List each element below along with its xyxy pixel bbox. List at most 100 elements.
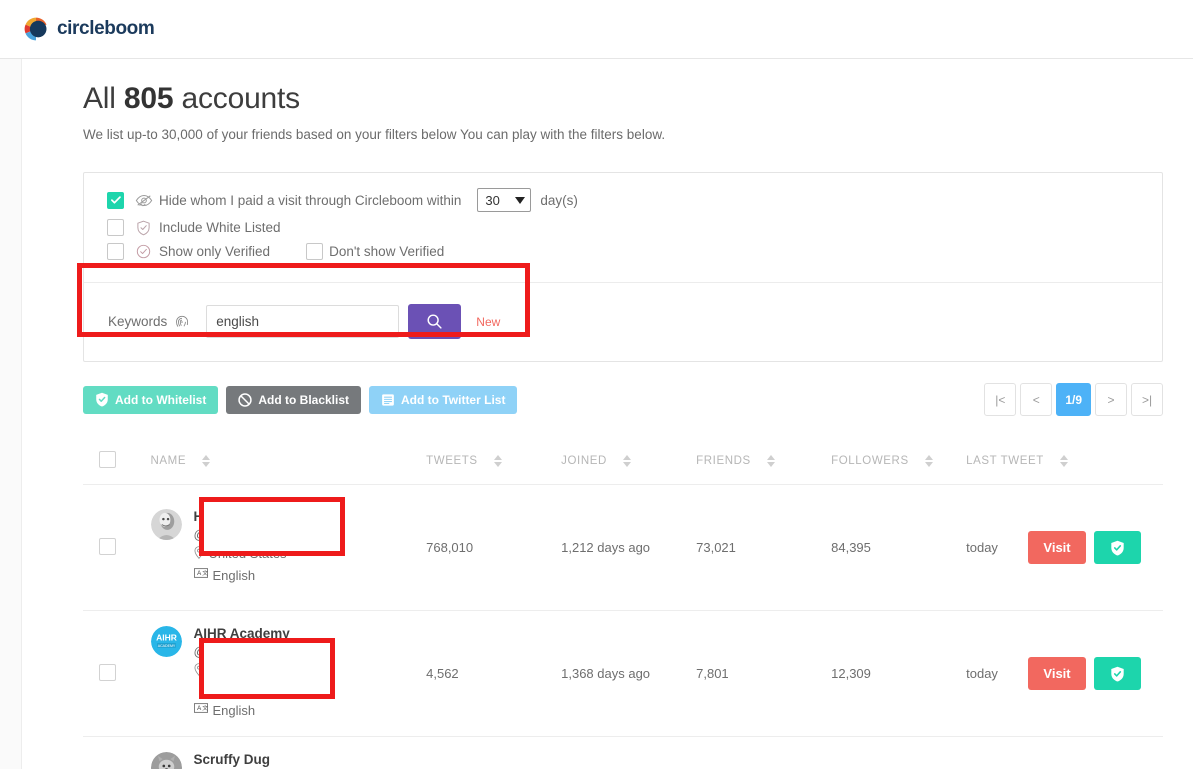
pagination-prev[interactable]: < <box>1020 383 1053 416</box>
avatar <box>150 509 182 541</box>
account-language: A 文 English <box>193 702 344 721</box>
account-language-text: English <box>212 568 256 583</box>
circleboom-logo[interactable]: circleboom <box>22 15 155 43</box>
row-last-tweet-text: today <box>966 666 998 681</box>
translate-icon: A 文 <box>193 568 208 578</box>
add-to-whitelist-button[interactable]: Add to Whitelist <box>83 385 219 414</box>
location-pin-icon <box>194 546 203 560</box>
hide-visited-label: Hide whom I paid a visit through Circleb… <box>159 192 462 208</box>
days-dropdown[interactable]: 30 <box>477 188 532 212</box>
location-pin-icon <box>194 662 203 676</box>
account-name[interactable]: Scruffy Dug <box>194 752 344 767</box>
svg-text:AIHR: AIHR <box>156 632 177 642</box>
circleboom-logo-icon <box>24 17 47 41</box>
row-joined-cell: 1,212 days ago <box>561 484 697 611</box>
include-whitelisted-checkbox[interactable] <box>107 219 124 236</box>
account-name[interactable]: AIHR Academy <box>194 626 344 641</box>
keywords-search-button[interactable] <box>408 304 462 339</box>
header-friends[interactable]: FRIENDS <box>696 439 832 485</box>
account-location: Rotterdam, The Netherlands <box>194 662 344 700</box>
avatar: AIHR ACADEMY <box>150 625 182 657</box>
row-tweets-cell: 768,010 <box>426 484 562 611</box>
pagination-current[interactable]: 1/9 <box>1056 383 1091 416</box>
sort-icon-friends[interactable] <box>766 455 775 467</box>
filter-row-verified: Show only Verified Don't show Verified <box>107 243 1162 260</box>
header-joined-label: JOINED <box>561 455 607 467</box>
add-to-blacklist-label: Add to Blacklist <box>258 392 350 407</box>
row-name-cell: AIHR ACADEMY AIHR Academy @AnalyticsinHR <box>150 610 427 737</box>
row-friends-cell: 7,801 <box>696 610 832 737</box>
chevron-down-icon <box>515 196 526 204</box>
whitelist-row-button[interactable] <box>1094 657 1141 690</box>
row-friends-cell: 71,194 <box>696 736 832 769</box>
pagination: |< < 1/9 > >| <box>984 383 1163 416</box>
keywords-label: Keywords <box>108 314 168 329</box>
pagination-next[interactable]: > <box>1095 383 1127 416</box>
select-all-header <box>83 439 151 485</box>
table-header-row: NAME TWEETS JOINED FRIENDS FOLLOWERS LAS… <box>83 439 1163 485</box>
add-to-whitelist-label: Add to Whitelist <box>115 392 207 407</box>
account-handle[interactable]: @AnalyticsinHR <box>194 644 344 659</box>
header-joined[interactable]: JOINED <box>561 439 697 485</box>
account-location-text: Rotterdam, The Netherlands <box>208 662 299 697</box>
sort-icon-tweets[interactable] <box>493 455 502 467</box>
add-to-twitter-list-label: Add to Twitter List <box>401 392 506 407</box>
header-tweets[interactable]: TWEETS <box>426 439 562 485</box>
page-container: All 805 accounts We list up-to 30,000 of… <box>23 60 1193 769</box>
eye-slash-icon <box>134 192 153 209</box>
account-count: 805 <box>123 82 174 115</box>
circle-check-icon <box>134 243 153 260</box>
row-last-tweet-text: today <box>966 540 998 555</box>
account-location: United States <box>194 545 289 564</box>
row-select-cell <box>83 484 151 611</box>
pagination-first[interactable]: |< <box>984 383 1017 416</box>
show-only-verified-label: Show only Verified <box>159 244 271 259</box>
visit-button[interactable]: Visit <box>1028 531 1086 564</box>
search-icon <box>427 314 442 329</box>
account-location-text: United States <box>208 546 287 562</box>
filter-checkbox-group: Hide whom I paid a visit through Circleb… <box>84 173 1162 272</box>
table-header: NAME TWEETS JOINED FRIENDS FOLLOWERS LAS… <box>83 439 1163 485</box>
svg-text:ACADEMY: ACADEMY <box>157 644 175 648</box>
table-row[interactable]: Scruffy Dug @scruffy_dug Scotland, Unite… <box>83 736 1163 769</box>
days-suffix-label: day(s) <box>540 192 578 208</box>
row-tweets-cell: 4,562 <box>426 610 562 737</box>
hide-visited-checkbox[interactable] <box>107 191 124 209</box>
add-to-twitter-list-button[interactable]: Add to Twitter List <box>369 385 518 414</box>
whitelist-row-button[interactable] <box>1094 531 1141 564</box>
table-row[interactable]: AIHR ACADEMY AIHR Academy @AnalyticsinHR <box>83 610 1163 737</box>
sort-icon-joined[interactable] <box>622 455 631 467</box>
pagination-last[interactable]: >| <box>1131 383 1163 416</box>
header-followers[interactable]: FOLLOWERS <box>831 439 967 485</box>
keywords-filter-row: Keywords english New <box>84 283 1162 361</box>
row-checkbox[interactable] <box>99 663 116 681</box>
row-followers-cell: 75,533 <box>831 736 967 769</box>
select-all-checkbox[interactable] <box>99 451 116 468</box>
visit-button[interactable]: Visit <box>1028 657 1086 690</box>
sort-icon-last-tweet[interactable] <box>1059 455 1068 467</box>
svg-text:文: 文 <box>202 569 208 577</box>
dont-show-verified-checkbox[interactable] <box>306 243 324 260</box>
show-only-verified-checkbox[interactable] <box>107 243 124 260</box>
accounts-table: NAME TWEETS JOINED FRIENDS FOLLOWERS LAS… <box>83 439 1163 769</box>
sort-icon-name[interactable] <box>202 455 211 467</box>
action-row: Add to Whitelist Add to Blacklist Add to… <box>83 383 1163 416</box>
header-name[interactable]: NAME <box>150 439 427 485</box>
row-tweets-cell: 3,490 <box>426 736 562 769</box>
keywords-input[interactable] <box>206 305 400 338</box>
row-actions-cell: today Visit <box>966 610 1163 737</box>
filter-row-include-whitelisted: Include White Listed <box>107 219 1162 236</box>
header-last-tweet[interactable]: LAST TWEET <box>966 439 1163 485</box>
row-checkbox[interactable] <box>99 537 116 555</box>
header-last-tweet-label: LAST TWEET <box>966 455 1044 467</box>
row-followers-cell: 84,395 <box>831 484 967 611</box>
shield-check-icon <box>1111 540 1124 555</box>
filter-row-hide-visited: Hide whom I paid a visit through Circleb… <box>107 188 1162 212</box>
add-to-blacklist-button[interactable]: Add to Blacklist <box>226 385 362 414</box>
account-name[interactable]: Harry Petsanis <box>194 509 289 524</box>
sort-icon-followers[interactable] <box>924 455 933 467</box>
days-value: 30 <box>485 192 500 208</box>
table-row[interactable]: Harry Petsanis @harrypetsanis United Sta… <box>83 484 1163 611</box>
row-name-cell: Scruffy Dug @scruffy_dug Scotland, Unite… <box>150 736 427 769</box>
account-handle[interactable]: @harrypetsanis <box>194 527 289 542</box>
